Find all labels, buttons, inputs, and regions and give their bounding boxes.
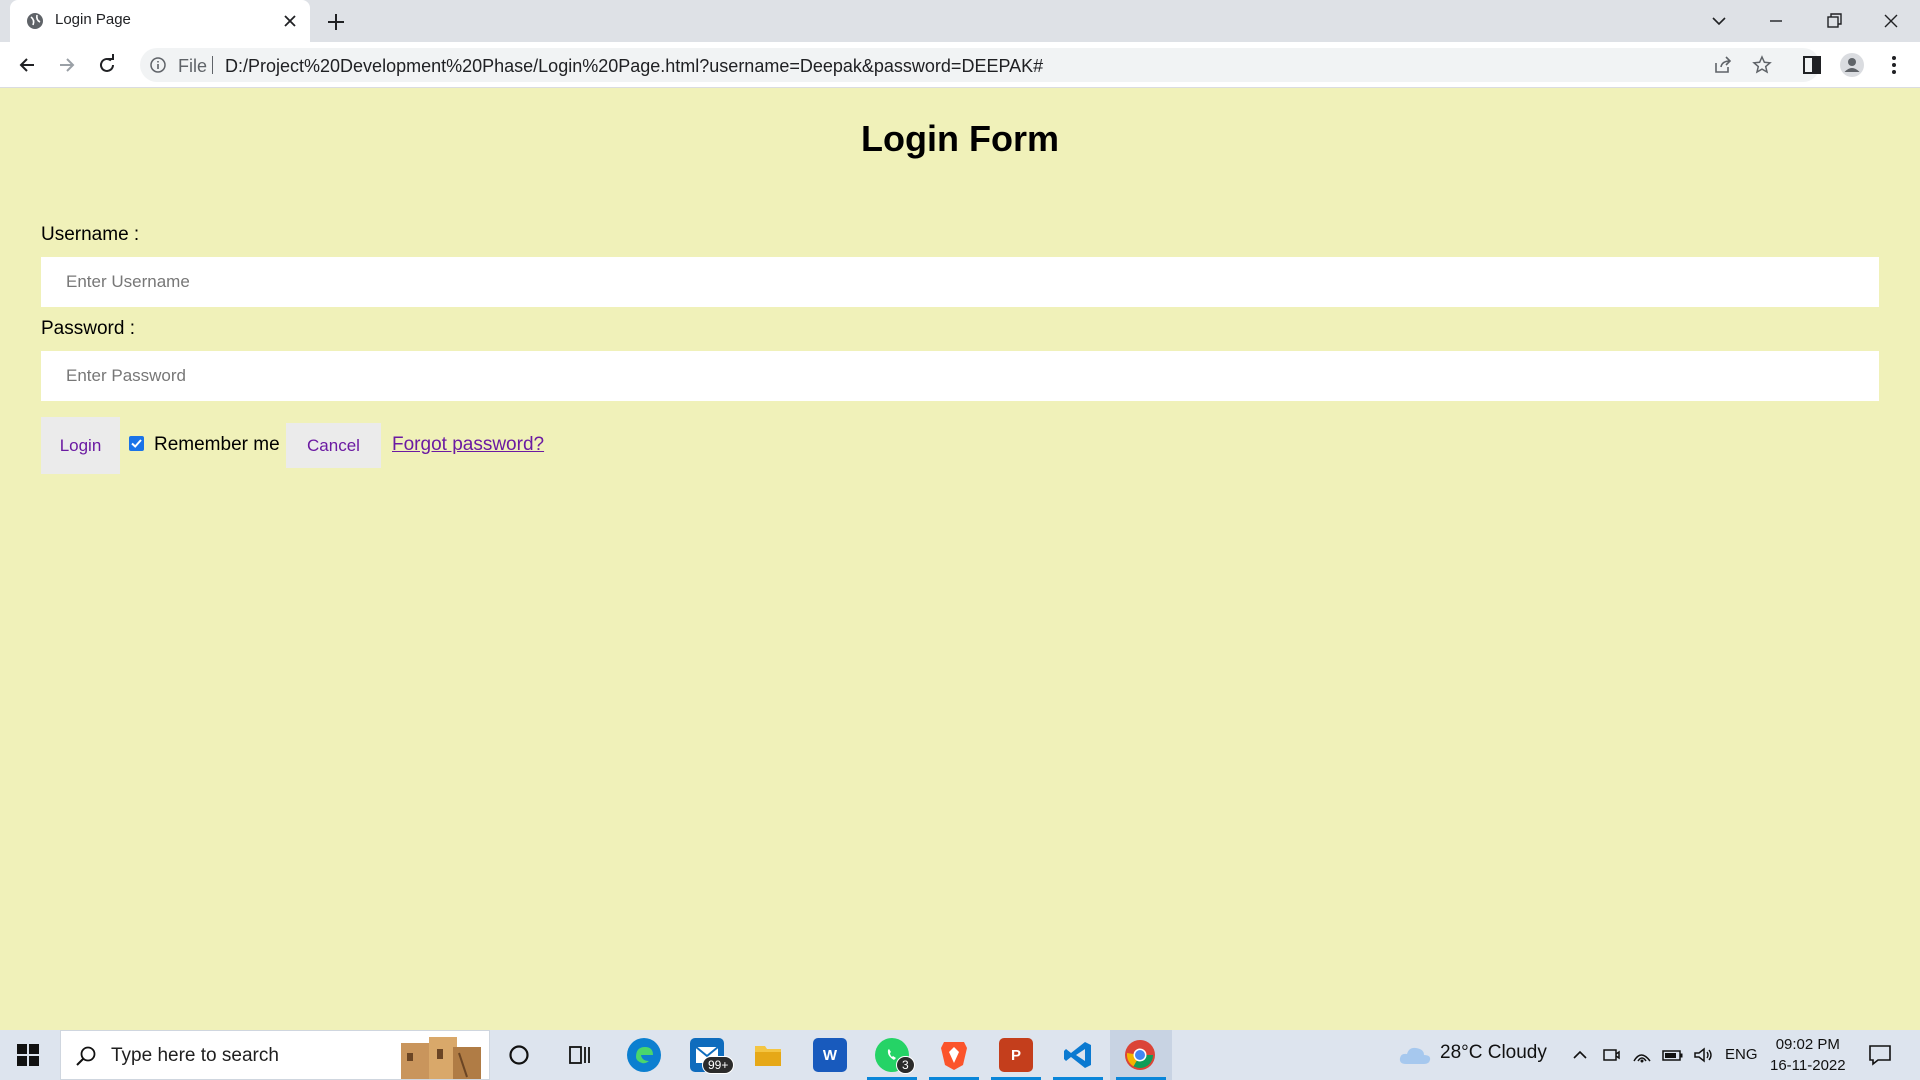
password-input[interactable] xyxy=(41,351,1879,401)
url-scheme-label: File xyxy=(178,56,208,76)
whatsapp-badge: 3 xyxy=(896,1056,915,1074)
restore-icon[interactable] xyxy=(1820,8,1848,34)
language-indicator[interactable]: ENG xyxy=(1725,1046,1758,1063)
info-icon[interactable] xyxy=(150,57,166,73)
cloud-weather-icon[interactable] xyxy=(1398,1044,1432,1066)
taskbar-search-box[interactable]: Type here to search xyxy=(60,1030,490,1080)
mail-badge: 99+ xyxy=(702,1056,735,1074)
wifi-icon[interactable] xyxy=(1632,1045,1652,1065)
side-panel-icon[interactable] xyxy=(1798,51,1826,79)
remember-me-checkbox[interactable] xyxy=(129,436,144,451)
task-view-icon[interactable] xyxy=(568,1044,592,1066)
close-window-icon[interactable] xyxy=(1877,8,1905,34)
globe-icon xyxy=(26,12,44,30)
cancel-button[interactable]: Cancel xyxy=(286,423,381,468)
powerpoint-icon[interactable]: P xyxy=(999,1038,1033,1072)
edge-browser-icon[interactable] xyxy=(627,1038,661,1072)
page-content: Login Form Username : Password : Login R… xyxy=(0,88,1920,1030)
vscode-icon[interactable] xyxy=(1061,1038,1095,1072)
windows-start-icon[interactable] xyxy=(16,1043,40,1067)
profile-avatar-icon[interactable] xyxy=(1838,51,1866,79)
weather-text[interactable]: 28°C Cloudy xyxy=(1440,1042,1547,1064)
windows-taskbar: Type here to search 99+ W 3 P 28°C Cloud… xyxy=(0,1030,1920,1080)
username-input[interactable] xyxy=(41,257,1879,307)
show-hidden-icons-chevron-icon[interactable] xyxy=(1570,1045,1590,1065)
more-menu-icon[interactable] xyxy=(1880,51,1908,79)
page-title: Login Form xyxy=(861,118,1059,159)
search-highlight-illustration-icon xyxy=(393,1033,485,1080)
bookmark-star-icon[interactable] xyxy=(1752,55,1772,75)
password-label: Password : xyxy=(41,318,135,339)
close-tab-icon[interactable] xyxy=(280,11,300,31)
reload-icon[interactable] xyxy=(93,51,121,79)
clock-time: 09:02 PM xyxy=(1775,1036,1840,1053)
browser-tab[interactable]: Login Page xyxy=(10,0,310,42)
battery-icon[interactable] xyxy=(1662,1045,1683,1065)
clock[interactable]: 09:02 PM 16-11-2022 xyxy=(1770,1034,1846,1076)
word-icon[interactable]: W xyxy=(813,1038,847,1072)
meet-now-icon[interactable] xyxy=(1601,1045,1621,1065)
minimize-icon[interactable] xyxy=(1762,8,1790,34)
share-icon[interactable] xyxy=(1713,55,1733,75)
file-explorer-icon[interactable] xyxy=(751,1038,785,1072)
tab-search-chevron-icon[interactable] xyxy=(1705,8,1733,34)
chrome-icon[interactable] xyxy=(1123,1038,1157,1072)
notification-center-icon[interactable] xyxy=(1868,1044,1892,1066)
url-separator xyxy=(212,56,213,74)
forward-arrow-icon[interactable] xyxy=(53,51,81,79)
cortana-icon[interactable] xyxy=(508,1044,530,1066)
search-icon xyxy=(75,1045,97,1072)
url-text[interactable]: D:/Project%20Development%20Phase/Login%2… xyxy=(225,56,1043,77)
brave-browser-icon[interactable] xyxy=(937,1038,971,1072)
remember-me-label[interactable]: Remember me xyxy=(154,434,280,456)
username-label: Username : xyxy=(41,224,140,245)
forgot-password-link[interactable]: Forgot password? xyxy=(392,434,544,456)
taskbar-search-placeholder: Type here to search xyxy=(111,1045,279,1066)
address-bar[interactable]: File D:/Project%20Development%20Phase/Lo… xyxy=(140,48,1820,82)
new-tab-icon[interactable] xyxy=(324,10,348,34)
browser-toolbar: File D:/Project%20Development%20Phase/Lo… xyxy=(0,42,1920,88)
clock-date: 16-11-2022 xyxy=(1770,1057,1846,1074)
back-arrow-icon[interactable] xyxy=(13,51,41,79)
login-button[interactable]: Login xyxy=(41,417,120,474)
tab-title: Login Page xyxy=(55,11,131,28)
browser-tab-strip: Login Page xyxy=(0,0,1920,42)
volume-icon[interactable] xyxy=(1692,1045,1712,1065)
